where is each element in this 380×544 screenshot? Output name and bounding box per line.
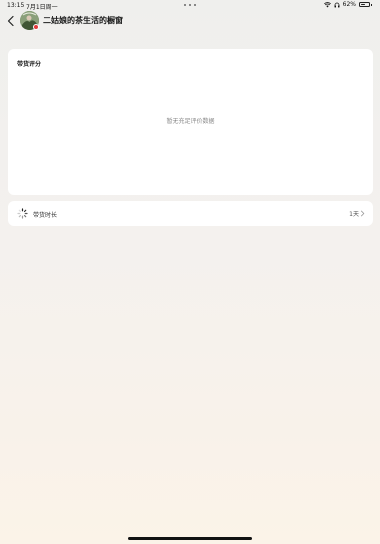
wifi-icon [323,1,331,7]
home-indicator[interactable] [128,537,252,540]
battery-percent: 62% [342,1,356,8]
status-indicators: 62% [323,1,372,8]
navigation-bar: 二姑娘的茶生活的橱窗 [0,11,380,31]
rating-card-title: 带货评分 [17,61,42,68]
page-title: 二姑娘的茶生活的橱窗 [43,16,123,25]
status-bar: 13:15 7月1日周一 62% [0,0,380,11]
battery-level [360,3,366,6]
duration-value: 1天 [349,211,359,218]
headphones-icon [334,2,340,7]
duration-row[interactable]: 带货时长 1天 [8,201,373,226]
battery-icon [359,2,370,7]
multitasking-dots-icon[interactable] [184,4,196,7]
back-arrow-icon[interactable] [6,15,16,27]
status-date: 7月1日周一 [26,4,58,11]
loading-spinner-icon [17,208,28,219]
empty-state-text: 暂无充足评价数据 [166,118,215,125]
status-time: 13:15 [7,2,25,9]
battery-tip [371,3,372,6]
rating-card: 带货评分 暂无充足评价数据 [8,49,373,195]
avatar-badge [33,24,39,30]
duration-label: 带货时长 [33,212,58,219]
chevron-right-icon [360,210,365,217]
